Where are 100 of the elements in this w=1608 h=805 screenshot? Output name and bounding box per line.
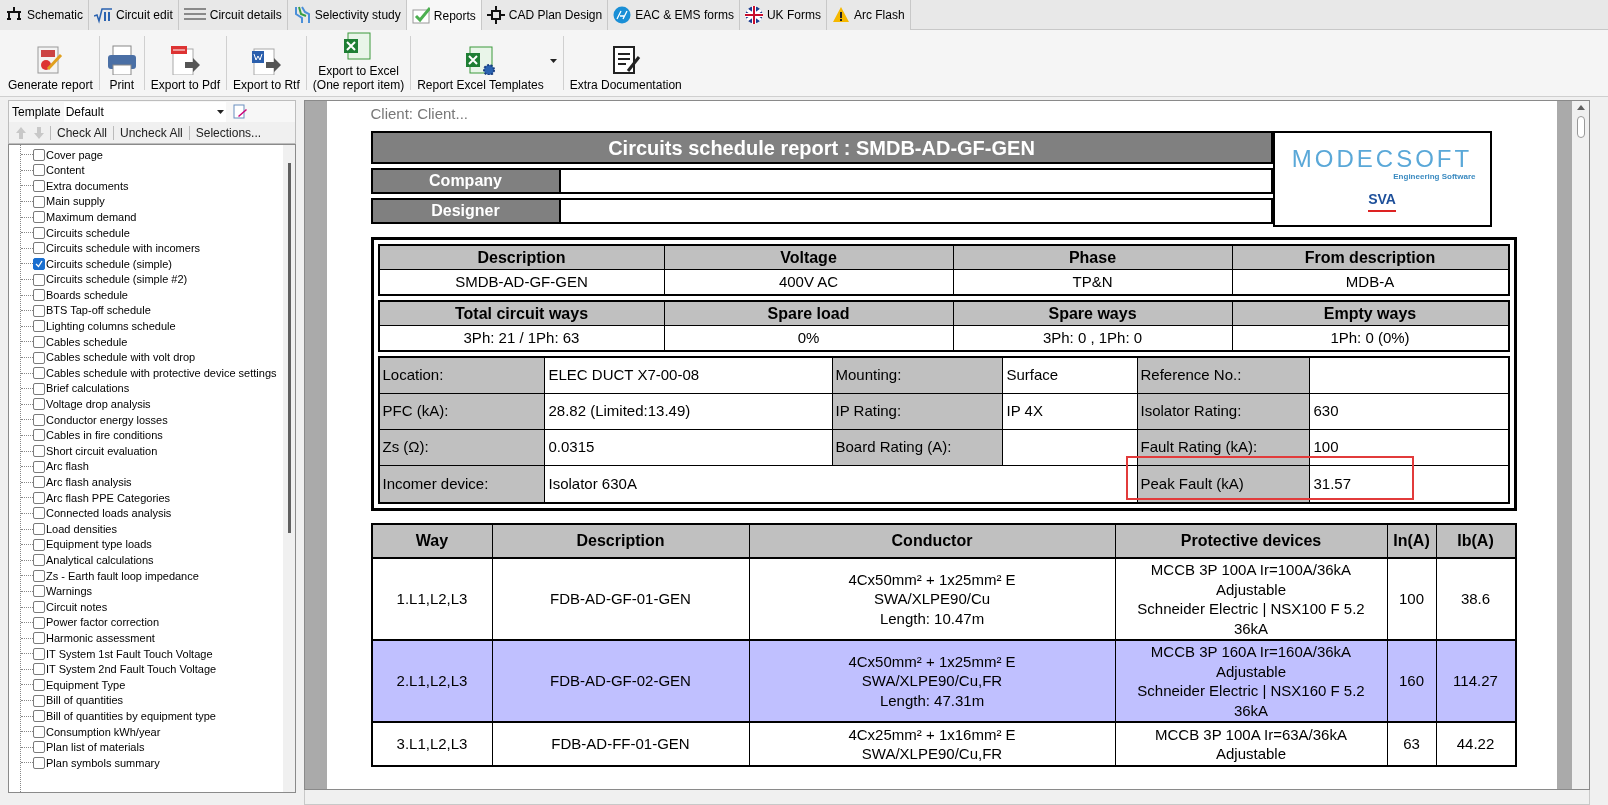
tree-item[interactable]: Analytical calculations <box>46 552 154 569</box>
tree-item[interactable]: Arc flash PPE Categories <box>46 489 171 507</box>
checkbox[interactable] <box>33 710 45 723</box>
tab[interactable]: Selectivity study <box>287 0 407 30</box>
horizontal-scrollbar[interactable] <box>304 790 1590 805</box>
toolbar-button[interactable]: Export to Pdf <box>146 30 225 96</box>
template-dropdown[interactable]: Default <box>63 101 226 122</box>
checkbox[interactable] <box>33 507 45 520</box>
scrollbar-thumb[interactable] <box>1576 116 1585 138</box>
tree-item[interactable]: Circuits schedule (simple #2) <box>46 271 188 288</box>
checkbox[interactable] <box>33 616 45 629</box>
checkbox[interactable] <box>33 445 45 458</box>
tree-item[interactable]: Cables in fire conditions <box>46 427 163 444</box>
tab[interactable]: Reports <box>406 0 482 31</box>
tree-item[interactable]: Equipment type loads <box>46 536 152 553</box>
checkbox[interactable] <box>33 554 45 567</box>
checkbox[interactable] <box>33 756 45 769</box>
tree-item[interactable]: Maximum demand <box>46 208 137 226</box>
checkbox[interactable] <box>33 289 45 302</box>
tree-item[interactable]: Power factor correction <box>46 614 160 631</box>
checkbox[interactable] <box>33 413 45 426</box>
checkbox[interactable] <box>33 585 45 598</box>
tab[interactable]: EAC & EMS forms <box>608 0 740 30</box>
checkbox[interactable] <box>33 663 45 676</box>
tab[interactable]: Circuit details <box>178 0 288 30</box>
checkbox[interactable] <box>33 304 45 317</box>
checkbox[interactable] <box>33 367 45 380</box>
checkbox[interactable] <box>33 211 45 224</box>
toolbar-button[interactable]: Generate report <box>4 30 97 96</box>
scrollbar[interactable] <box>1572 101 1589 789</box>
tree-item[interactable]: IT System 2nd Fault Touch Voltage <box>46 661 217 678</box>
tab[interactable]: Circuit edit <box>89 0 179 30</box>
toolbar-button[interactable]: Print <box>101 30 142 96</box>
tree-item[interactable]: Harmonic assessment <box>46 629 155 647</box>
checkbox[interactable] <box>33 164 45 177</box>
tree-item[interactable]: Arc flash analysis <box>46 474 132 491</box>
tree-item[interactable]: Cover page <box>46 146 103 164</box>
tree-item[interactable]: Content <box>46 162 85 179</box>
toolbar-button[interactable]: Report Excel Templates <box>413 30 561 96</box>
checkbox[interactable] <box>33 523 45 536</box>
tree-item[interactable]: Circuits schedule with incomers <box>46 240 201 257</box>
tree-item[interactable]: Circuits schedule (simple) <box>46 255 172 273</box>
checkbox[interactable] <box>33 725 45 738</box>
checkbox[interactable] <box>33 632 45 645</box>
checkbox[interactable] <box>33 195 45 208</box>
checkbox[interactable] <box>33 538 45 551</box>
tree-item[interactable]: Plan list of materials <box>46 739 145 756</box>
tree-item[interactable]: Circuit notes <box>46 598 108 616</box>
tree-item[interactable]: Bill of quantities by equipment type <box>46 707 216 725</box>
up-arrow-icon[interactable] <box>1576 105 1585 110</box>
tree-item[interactable]: Brief calculations <box>46 380 130 397</box>
checkbox[interactable] <box>33 226 45 239</box>
action-button[interactable]: Uncheck All <box>119 123 184 142</box>
checkbox[interactable] <box>33 491 45 504</box>
tree-item[interactable]: Bill of quantities <box>46 692 124 709</box>
tree-item[interactable]: Load densities <box>46 520 117 538</box>
tree-item[interactable]: Short circuit evaluation <box>46 442 158 460</box>
checkbox[interactable] <box>33 601 45 613</box>
tree-item[interactable]: Voltage drop analysis <box>46 396 151 413</box>
tree-item[interactable]: Main supply <box>46 193 105 210</box>
checkbox[interactable] <box>33 335 45 348</box>
tree-item[interactable]: Connected loads analysis <box>46 505 172 522</box>
tree-item[interactable]: Extra documents <box>46 177 129 195</box>
checkbox[interactable] <box>33 460 45 473</box>
tree-item[interactable]: Plan symbols summary <box>46 754 160 772</box>
edit-icon[interactable] <box>231 103 248 120</box>
checkbox[interactable] <box>33 741 45 754</box>
checkbox[interactable] <box>33 476 45 489</box>
checkbox[interactable] <box>33 429 45 442</box>
checkbox[interactable] <box>33 320 45 333</box>
tree-item[interactable]: Cables schedule with protective device settings <box>46 364 277 382</box>
toolbar-button[interactable]: Export to Excel (One report item) <box>308 30 409 96</box>
tree-item[interactable]: Equipment Type <box>46 676 126 694</box>
checkbox[interactable] <box>33 180 45 192</box>
tree-item[interactable]: Lighting columns schedule <box>46 318 176 335</box>
scrollbar[interactable] <box>283 145 295 792</box>
checkbox[interactable] <box>33 242 45 255</box>
tree-item[interactable]: BTS Tap-off schedule <box>46 302 151 319</box>
tree-item[interactable]: Conductor energy losses <box>46 411 168 429</box>
checkbox[interactable] <box>33 257 45 270</box>
checkbox[interactable] <box>33 273 45 286</box>
tree-item[interactable]: Arc flash <box>46 458 89 475</box>
action-button[interactable]: Selections... <box>194 123 263 142</box>
tree-item[interactable]: IT System 1st Fault Touch Voltage <box>46 645 213 663</box>
checkbox[interactable] <box>33 569 45 582</box>
action-button[interactable]: Check All <box>56 123 109 142</box>
tab[interactable]: UK Forms <box>739 0 827 30</box>
tab[interactable]: Arc Flash <box>826 0 911 30</box>
tab[interactable]: Schematic <box>0 0 90 30</box>
tree-item[interactable]: Warnings <box>46 583 93 600</box>
toolbar-button[interactable]: Extra Documentation <box>565 30 686 96</box>
tab[interactable]: CAD Plan Design <box>481 0 609 30</box>
checkbox[interactable] <box>33 647 45 660</box>
checkbox[interactable] <box>33 398 45 411</box>
tree-item[interactable]: Consumption kWh/year <box>46 723 161 740</box>
tree-item[interactable]: Circuits schedule <box>46 224 130 241</box>
toolbar-button[interactable]: Export to Rtf <box>229 30 304 96</box>
tree-item[interactable]: Cables schedule with volt drop <box>46 349 196 366</box>
tree-item[interactable]: Cables schedule <box>46 333 128 351</box>
checkbox[interactable] <box>33 351 45 364</box>
